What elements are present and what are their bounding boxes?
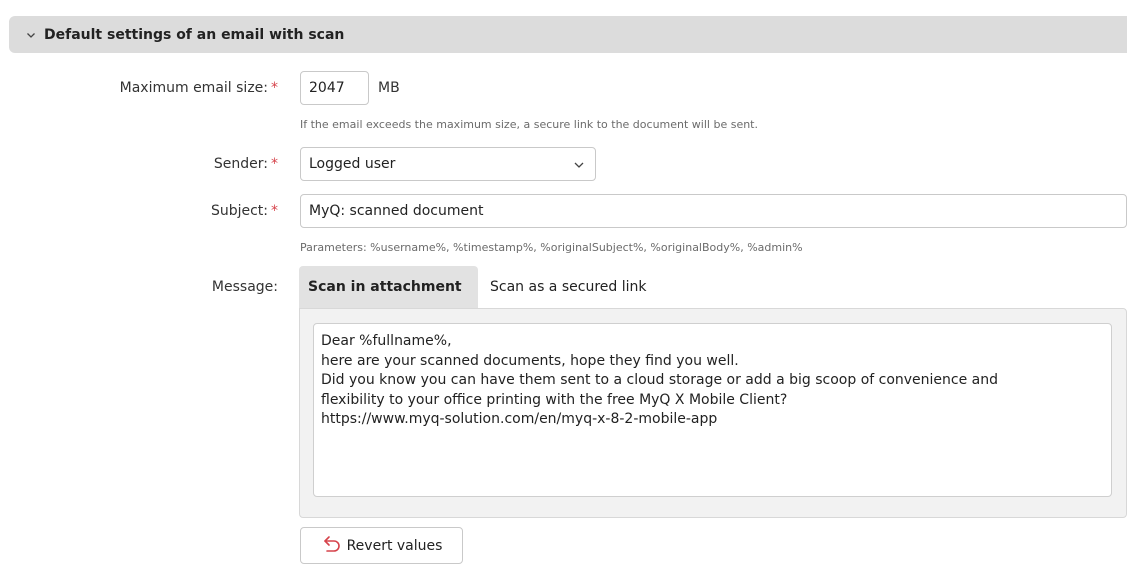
required-marker: * [271,80,278,96]
message-line: Did you know you can have them sent to a… [321,372,999,388]
message-textarea[interactable]: Dear %fullname%, here are your scanned d… [313,323,1112,497]
sender-label: Sender: * [213,156,278,172]
required-marker: * [271,156,278,172]
subject-parameters-hint: Parameters: %username%, %timestamp%, %or… [300,241,803,254]
subject-label: Subject: * [210,203,278,219]
message-line: https://www.myq-solution.com/en/myq-x-8-… [321,411,718,427]
undo-arrow-icon [321,535,341,557]
message-line: flexibility to your office printing with… [321,391,788,408]
tab-scan-in-attachment[interactable]: Scan in attachment [299,266,478,308]
section-title: Default settings of an email with scan [44,26,345,43]
message-line: Dear %fullname%, [321,333,452,349]
chevron-down-icon[interactable] [25,29,37,41]
message-label: Message: [211,279,278,295]
required-marker: * [271,203,278,219]
section-header[interactable]: Default settings of an email with scan [9,16,1127,53]
sender-select[interactable]: Logged user [300,147,596,181]
max-size-hint: If the email exceeds the maximum size, a… [300,118,758,131]
message-line: here are your scanned documents, hope th… [321,352,739,369]
subject-input[interactable]: MyQ: scanned document [300,194,1127,228]
tab-scan-as-secured-link[interactable]: Scan as a secured link [481,266,655,308]
revert-values-label: Revert values [346,537,443,554]
max-size-unit: MB [378,80,400,96]
chevron-down-icon [573,159,585,171]
revert-values-button[interactable]: Revert values [300,527,463,564]
max-email-size-input[interactable]: 2047 [300,71,369,105]
max-size-label: Maximum email size: * [119,80,278,96]
